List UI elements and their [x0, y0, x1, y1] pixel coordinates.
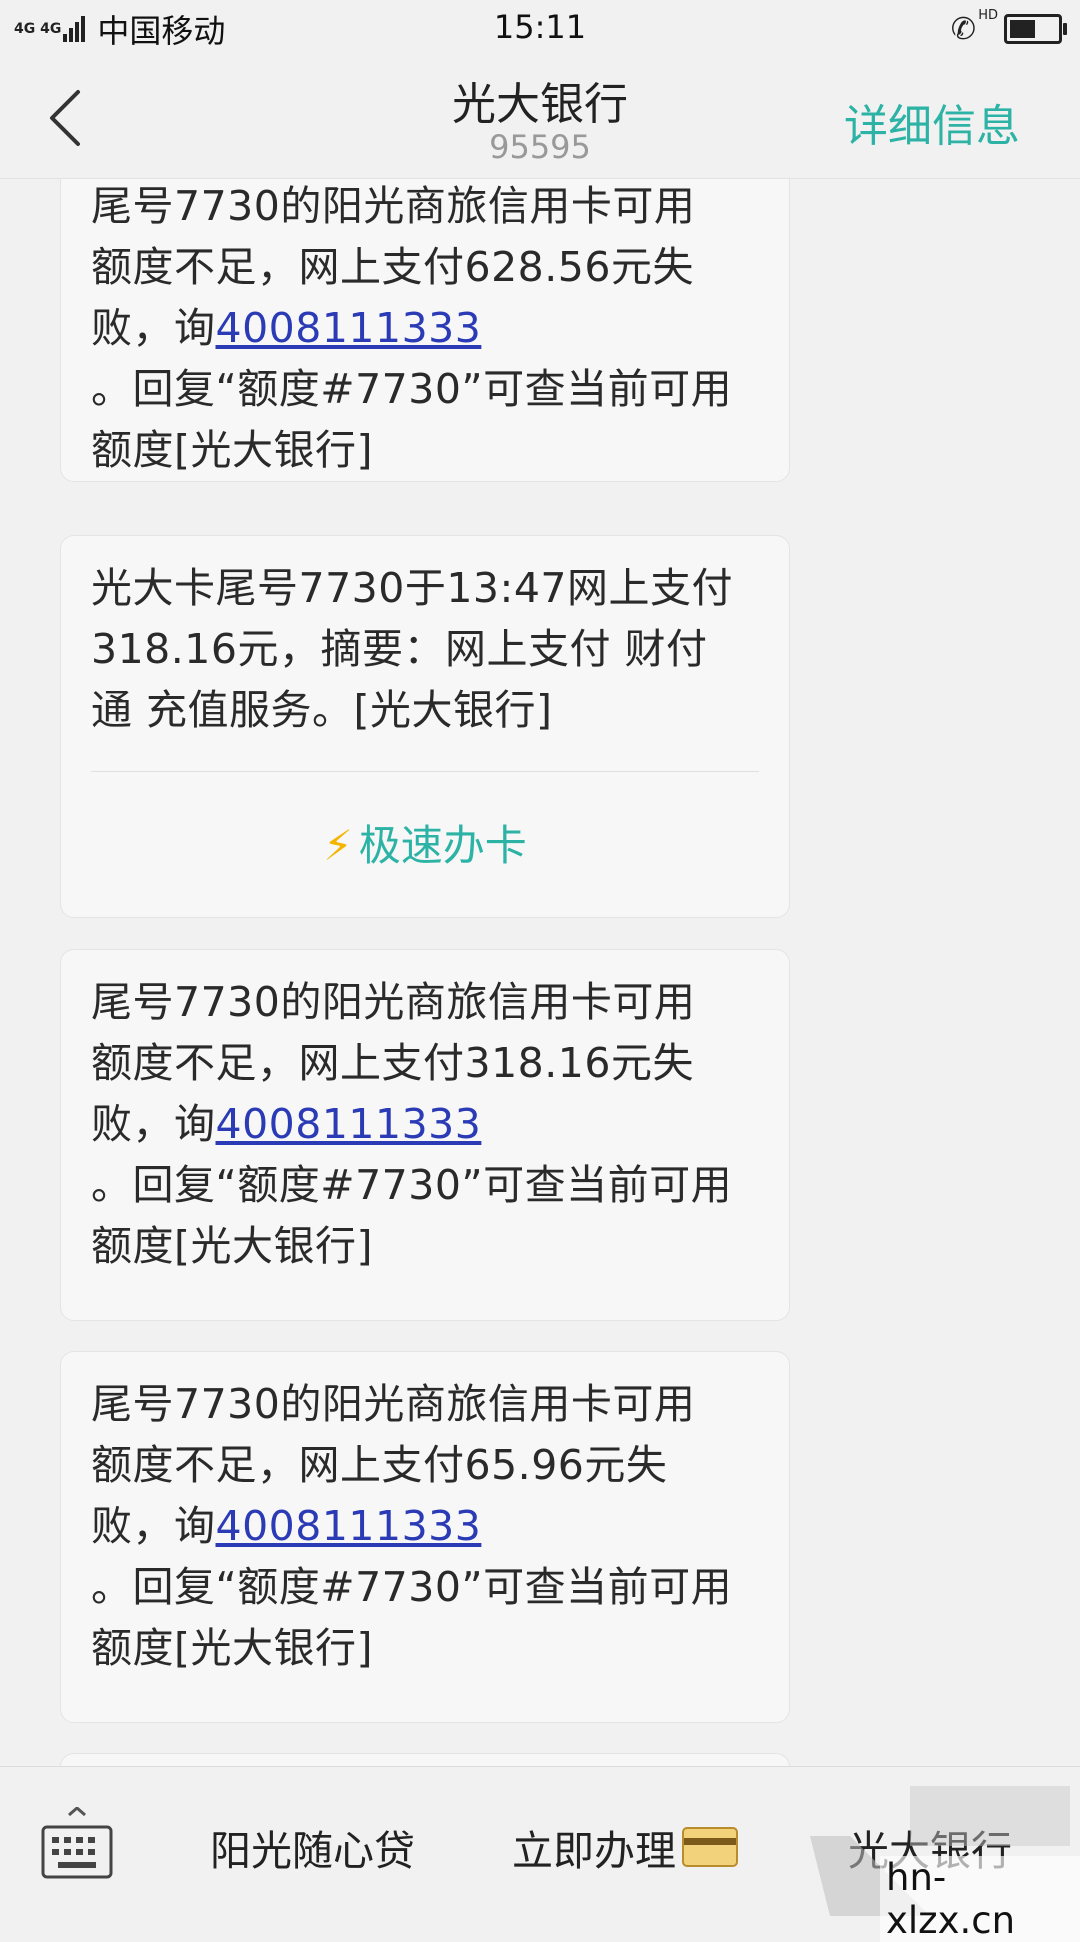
message-line: 。回复“额度#7730”可查当前可用	[91, 1161, 733, 1209]
details-button[interactable]: 详细信息	[844, 90, 1020, 154]
action-label: 极速办卡	[358, 821, 527, 870]
phone-number-link[interactable]: 4008111333	[216, 304, 482, 352]
message-line: 额度不足，网上支付65.96元失	[91, 1441, 668, 1489]
message-line: 通 充值服务。[光大银行]	[91, 686, 553, 734]
message-line: 败，询4008111333	[91, 298, 759, 359]
message-bubble[interactable]: 尾号7730的阳光商旅信用卡可用 额度不足，网上支付628.56元失 败，询40…	[60, 179, 790, 482]
lightning-icon: ⚡	[323, 821, 353, 870]
message-text: 尾号7730的阳光商旅信用卡可用 额度不足，网上支付318.16元失 败，询40…	[61, 950, 789, 1277]
message-line: 额度[光大银行]	[91, 1624, 373, 1672]
message-bubble[interactable]: 尾号7730的阳光商旅信用卡可用 额度不足，网上支付65.96元失 败，询400…	[60, 1351, 790, 1723]
message-line: 额度[光大银行]	[91, 426, 373, 474]
message-list[interactable]: 尾号7730的阳光商旅信用卡可用 额度不足，网上支付628.56元失 败，询40…	[0, 179, 1080, 1766]
message-bubble-partial[interactable]	[60, 1753, 790, 1766]
watermark-text: hn-xlzx.cn	[880, 1856, 1080, 1942]
message-line: 。回复“额度#7730”可查当前可用	[91, 1563, 733, 1611]
message-line: 额度[光大银行]	[91, 1222, 373, 1270]
message-line-prefix: 败，询	[91, 1502, 216, 1550]
hd-label: HD	[978, 7, 998, 23]
conversation-header: 光大银行 95595 详细信息	[0, 58, 1080, 179]
keyboard-toggle-button[interactable]	[40, 1806, 114, 1887]
message-line: 光大卡尾号7730于13:47网上支付	[91, 564, 733, 612]
message-line: 额度不足，网上支付628.56元失	[91, 243, 694, 291]
status-right: ✆ HD	[950, 7, 1067, 48]
message-text: 尾号7730的阳光商旅信用卡可用 额度不足，网上支付65.96元失 败，询400…	[61, 1352, 789, 1679]
message-text: 尾号7730的阳光商旅信用卡可用 额度不足，网上支付628.56元失 败，询40…	[61, 179, 789, 481]
message-bubble[interactable]: 光大卡尾号7730于13:47网上支付 318.16元，摘要：网上支付 财付 通…	[60, 535, 790, 918]
message-line: 尾号7730的阳光商旅信用卡可用	[91, 978, 696, 1026]
keyboard-icon	[41, 1806, 113, 1879]
menu-apply-now-label: 立即办理	[512, 1827, 676, 1875]
message-bubble[interactable]: 尾号7730的阳光商旅信用卡可用 额度不足，网上支付318.16元失 败，询40…	[60, 949, 790, 1321]
message-line-prefix: 败，询	[91, 304, 216, 352]
message-line: 318.16元，摘要：网上支付 财付	[91, 625, 708, 673]
message-line: 败，询4008111333	[91, 1094, 759, 1155]
menu-sunshine-loan[interactable]: 阳光随心贷	[210, 1817, 415, 1877]
status-bar: 4G 4G 中国移动 15:11 ✆ HD	[0, 0, 1080, 58]
hd-call-icon: ✆ HD	[950, 7, 998, 47]
phone-number-link[interactable]: 4008111333	[216, 1502, 482, 1550]
battery-icon	[1004, 14, 1067, 44]
credit-card-icon	[682, 1827, 738, 1867]
quick-card-apply-button[interactable]: ⚡ 极速办卡	[61, 772, 789, 873]
message-line: 尾号7730的阳光商旅信用卡可用	[91, 182, 696, 230]
message-line: 败，询4008111333	[91, 1496, 759, 1557]
battery-level	[1010, 20, 1035, 38]
message-line-prefix: 败，询	[91, 1100, 216, 1148]
message-text: 光大卡尾号7730于13:47网上支付 318.16元，摘要：网上支付 财付 通…	[61, 536, 789, 741]
phone-number-link[interactable]: 4008111333	[216, 1100, 482, 1148]
message-line: 尾号7730的阳光商旅信用卡可用	[91, 1380, 696, 1428]
clock: 15:11	[493, 8, 587, 46]
message-line: 额度不足，网上支付318.16元失	[91, 1039, 694, 1087]
menu-apply-now[interactable]: 立即办理	[512, 1817, 738, 1877]
message-line: 。回复“额度#7730”可查当前可用	[91, 365, 733, 413]
